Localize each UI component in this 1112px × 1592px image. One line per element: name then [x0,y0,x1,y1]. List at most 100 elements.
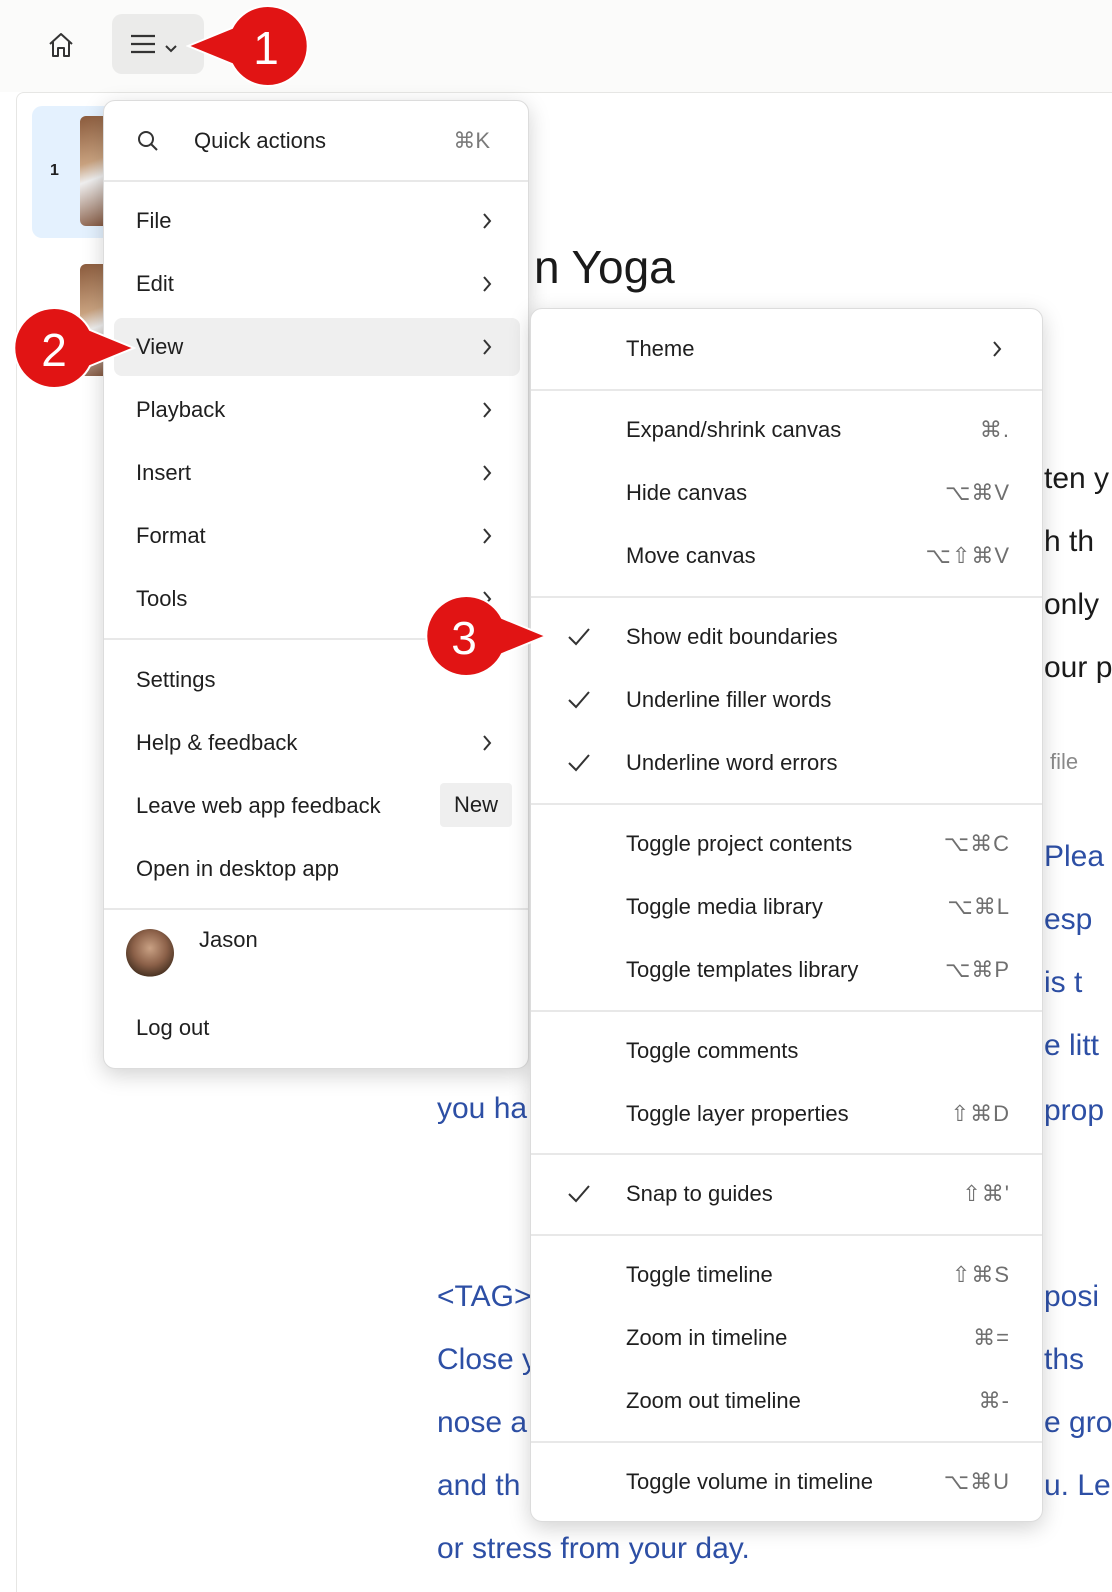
submenu-item-label: Toggle templates library [626,957,859,982]
submenu-item-show-edit-boundaries[interactable]: Show edit boundaries [531,608,1042,666]
script-text: <TAG> [437,1280,532,1313]
script-text: only [1044,588,1100,621]
menu-item-label: Help & feedback [136,730,298,755]
submenu-item-toggle-timeline[interactable]: Toggle timeline ⇧⌘S [531,1246,1042,1304]
menu-divider [531,389,1042,391]
step-callout-1: 1 [186,5,309,87]
script-text: nose a [437,1406,528,1439]
menu-item-playback[interactable]: Playback [114,381,520,439]
menu-item-edit[interactable]: Edit [114,255,520,313]
submenu-item-label: Toggle timeline [626,1262,773,1287]
quick-actions-item[interactable]: Quick actions ⌘K [114,111,520,171]
submenu-item-label: Show edit boundaries [626,624,838,649]
submenu-item-label: Toggle layer properties [626,1101,849,1126]
submenu-item-project-contents[interactable]: Toggle project contents ⌥⌘C [531,815,1042,873]
chevron-right-icon [483,528,492,544]
menu-item-file[interactable]: File [114,192,520,250]
submenu-item-snap-guides[interactable]: Snap to guides ⇧⌘' [531,1165,1042,1223]
script-text: Plea [1044,840,1105,873]
submenu-item-templates-library[interactable]: Toggle templates library ⌥⌘P [531,941,1042,999]
menu-item-leave-feedback[interactable]: Leave web app feedback New [114,777,520,835]
quick-actions-label: Quick actions [194,128,327,153]
script-text: ths [1044,1343,1085,1376]
submenu-item-label: Move canvas [626,543,756,568]
script-text: ten y [1044,462,1110,495]
submenu-item-move-canvas[interactable]: Move canvas ⌥⇧⌘V [531,527,1042,585]
step-number: 2 [41,324,67,376]
submenu-item-volume-timeline[interactable]: Toggle volume in timeline ⌥⌘U [531,1453,1042,1511]
script-text: file [1050,749,1079,774]
submenu-item-label: Expand/shrink canvas [626,417,842,442]
search-icon [138,131,158,151]
checkmark-icon [568,628,590,646]
script-text: our p [1044,651,1112,684]
menu-item-label: File [136,208,172,233]
submenu-item-label: Zoom out timeline [626,1388,801,1413]
chevron-down-icon [165,45,177,53]
script-text: you ha [437,1092,528,1125]
script-text: and th [437,1469,521,1502]
submenu-item-layer-properties[interactable]: Toggle layer properties ⇧⌘D [531,1085,1042,1143]
shortcut: ⌥⌘U [943,1469,1010,1494]
chevron-right-icon [483,735,492,751]
submenu-item-underline-filler[interactable]: Underline filler words [531,671,1042,729]
checkmark-icon [568,691,590,709]
script-text: u. Le [1044,1469,1111,1502]
submenu-item-label: Hide canvas [626,480,748,505]
scene-number: 1 [50,162,59,179]
submenu-item-label: Snap to guides [626,1181,773,1206]
submenu-item-comments[interactable]: Toggle comments [531,1022,1042,1080]
menu-item-label: View [136,334,184,359]
menu-divider [531,1441,1042,1443]
submenu-item-zoom-out-timeline[interactable]: Zoom out timeline ⌘- [531,1372,1042,1430]
step-number: 3 [451,612,477,664]
main-menu: Quick actions ⌘K File Edit View Playback… [103,100,529,1069]
new-badge: New [439,783,512,827]
chevron-right-icon [483,402,492,418]
submenu-item-expand-canvas[interactable]: Expand/shrink canvas ⌘. [531,401,1042,459]
menu-item-label: Edit [136,271,174,296]
shortcut: ⌥⌘V [944,480,1010,505]
submenu-item-underline-errors[interactable]: Underline word errors [531,734,1042,792]
menu-item-open-desktop[interactable]: Open in desktop app [114,840,520,898]
menu-item-format[interactable]: Format [114,507,520,565]
submenu-item-theme[interactable]: Theme [531,320,1042,378]
quick-actions-shortcut: ⌘K [453,128,490,153]
shortcut: ⌥⌘C [943,831,1010,856]
document-title: n Yoga [534,241,675,293]
menu-divider [531,1010,1042,1012]
menu-item-logout[interactable]: Log out [114,999,520,1057]
menu-divider [531,1234,1042,1236]
menu-item-label: Open in desktop app [136,856,340,881]
menu-item-help-feedback[interactable]: Help & feedback [114,714,520,772]
chevron-right-icon [993,341,1002,357]
submenu-item-media-library[interactable]: Toggle media library ⌥⌘L [531,878,1042,936]
shortcut: ⇧⌘D [950,1101,1010,1126]
menu-item-label: Log out [136,1015,210,1040]
submenu-item-label: Zoom in timeline [626,1325,788,1350]
submenu-item-label: Underline filler words [626,687,832,712]
menu-divider [104,908,528,910]
menu-item-label: Format [136,523,206,548]
home-icon [49,33,73,57]
script-text: e litt [1044,1029,1100,1062]
menu-item-label: Playback [136,397,226,422]
view-submenu: Theme Expand/shrink canvas ⌘. Hide canva… [530,308,1043,1522]
script-text: posi [1044,1280,1100,1313]
checkmark-icon [568,1185,590,1203]
menu-item-label: Leave web app feedback [136,793,381,818]
submenu-item-zoom-in-timeline[interactable]: Zoom in timeline ⌘= [531,1309,1042,1367]
script-text: h th [1044,525,1095,558]
script-text: or stress from your day. [437,1532,750,1565]
submenu-item-label: Toggle comments [626,1038,799,1063]
step-number: 1 [253,22,279,74]
submenu-item-label: Theme [626,336,695,361]
menu-item-insert[interactable]: Insert [114,444,520,502]
shortcut: ⇧⌘' [962,1181,1010,1206]
submenu-item-hide-canvas[interactable]: Hide canvas ⌥⌘V [531,464,1042,522]
shortcut: ⌘. [979,417,1010,442]
submenu-item-label: Underline word errors [626,750,838,775]
menu-item-view[interactable]: View [114,318,520,376]
top-bar [0,0,1112,92]
home-button[interactable] [40,26,82,64]
